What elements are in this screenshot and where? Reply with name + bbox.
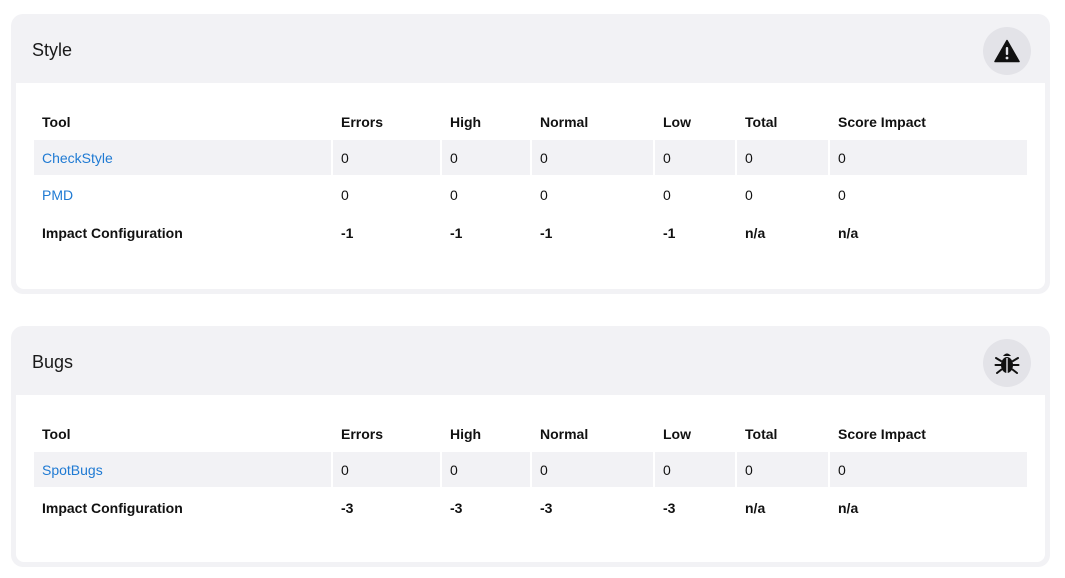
bugs-card: Bugs Tool Errors High Normal Low Total S… xyxy=(11,326,1050,567)
tool-cell: SpotBugs xyxy=(34,452,331,489)
table-row: PMD 0 0 0 0 0 0 xyxy=(34,177,1027,214)
style-table: Tool Errors High Normal Low Total Score … xyxy=(32,103,1029,251)
column-header-low: Low xyxy=(663,113,691,130)
tool-link-pmd[interactable]: PMD xyxy=(42,187,73,203)
column-header-errors: Errors xyxy=(341,113,384,130)
column-header-low: Low xyxy=(663,425,691,442)
table-row: CheckStyle 0 0 0 0 0 0 xyxy=(34,140,1027,177)
errors-cell: 0 xyxy=(333,140,440,177)
total-cell: 0 xyxy=(737,452,828,489)
impact-score-impact: n/a xyxy=(838,499,859,516)
impact-label: Impact Configuration xyxy=(42,499,183,516)
errors-cell: 0 xyxy=(333,452,440,489)
card-header: Bugs xyxy=(16,326,1045,395)
high-cell: 0 xyxy=(442,177,530,214)
column-header-high: High xyxy=(450,113,482,130)
column-header-errors: Errors xyxy=(341,425,384,442)
bugs-table: Tool Errors High Normal Low Total Score … xyxy=(32,415,1029,526)
column-header-total: Total xyxy=(745,425,778,442)
column-header-normal: Normal xyxy=(540,113,589,130)
warning-triangle-icon xyxy=(983,27,1031,75)
impact-low: -3 xyxy=(663,499,676,516)
impact-normal: -3 xyxy=(540,499,553,516)
impact-label: Impact Configuration xyxy=(42,224,183,241)
normal-cell: 0 xyxy=(532,177,653,214)
tool-cell: CheckStyle xyxy=(34,140,331,177)
impact-high: -1 xyxy=(450,224,463,241)
low-cell: 0 xyxy=(655,177,735,214)
tool-link-checkstyle[interactable]: CheckStyle xyxy=(42,150,113,166)
card-title: Style xyxy=(32,40,73,60)
low-cell: 0 xyxy=(655,452,735,489)
column-header-tool: Tool xyxy=(42,113,71,130)
tool-cell: PMD xyxy=(34,177,331,214)
column-header-high: High xyxy=(450,425,482,442)
style-card: Style Tool Errors High Normal Low Total xyxy=(11,14,1050,294)
column-header-normal: Normal xyxy=(540,425,589,442)
normal-cell: 0 xyxy=(532,140,653,177)
card-title: Bugs xyxy=(32,352,74,372)
card-header: Style xyxy=(16,14,1045,83)
column-header-tool: Tool xyxy=(42,425,71,442)
table-header-row: Tool Errors High Normal Low Total Score … xyxy=(34,103,1027,140)
table-header-row: Tool Errors High Normal Low Total Score … xyxy=(34,415,1027,452)
low-cell: 0 xyxy=(655,140,735,177)
bug-icon xyxy=(983,339,1031,387)
table-row: SpotBugs 0 0 0 0 0 0 xyxy=(34,452,1027,489)
impact-configuration-row: Impact Configuration -1 -1 -1 -1 n/a n/a xyxy=(34,214,1027,251)
impact-high: -3 xyxy=(450,499,463,516)
impact-normal: -1 xyxy=(540,224,553,241)
high-cell: 0 xyxy=(442,452,530,489)
impact-errors: -1 xyxy=(341,224,354,241)
impact-configuration-row: Impact Configuration -3 -3 -3 -3 n/a n/a xyxy=(34,489,1027,526)
impact-total: n/a xyxy=(745,499,766,516)
tool-link-spotbugs[interactable]: SpotBugs xyxy=(42,462,103,478)
impact-total: n/a xyxy=(745,224,766,241)
impact-low: -1 xyxy=(663,224,676,241)
total-cell: 0 xyxy=(737,140,828,177)
impact-score-impact: n/a xyxy=(838,224,859,241)
normal-cell: 0 xyxy=(532,452,653,489)
total-cell: 0 xyxy=(737,177,828,214)
card-body: Tool Errors High Normal Low Total Score … xyxy=(16,395,1045,562)
high-cell: 0 xyxy=(442,140,530,177)
errors-cell: 0 xyxy=(333,177,440,214)
column-header-score-impact: Score Impact xyxy=(838,113,926,130)
impact-errors: -3 xyxy=(341,499,354,516)
column-header-score-impact: Score Impact xyxy=(838,425,926,442)
score-impact-cell: 0 xyxy=(830,452,1027,489)
score-impact-cell: 0 xyxy=(830,177,1027,214)
score-impact-cell: 0 xyxy=(830,140,1027,177)
card-body: Tool Errors High Normal Low Total Score … xyxy=(16,83,1045,289)
column-header-total: Total xyxy=(745,113,778,130)
